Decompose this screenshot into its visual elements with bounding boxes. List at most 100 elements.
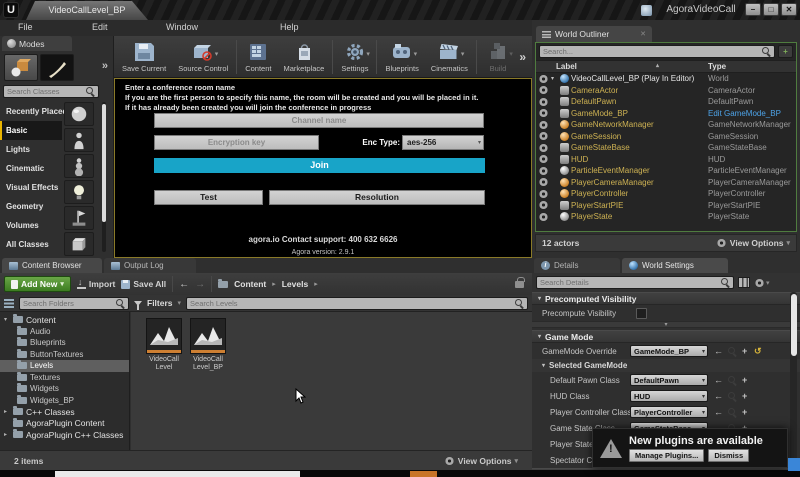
asset-grid[interactable]: VideoCall Level VideoCall Level_BP xyxy=(131,312,532,450)
outliner-row[interactable]: HUD HUD xyxy=(536,154,796,166)
visibility-eye-icon[interactable] xyxy=(538,109,549,118)
search-details-box[interactable] xyxy=(536,276,734,289)
details-scrollbar[interactable] xyxy=(790,292,797,468)
test-button[interactable]: Test xyxy=(154,190,263,205)
source-control-button[interactable]: ▾ Source Control xyxy=(172,40,234,73)
category-all-classes[interactable]: All Classes xyxy=(0,235,62,254)
column-type[interactable]: Type xyxy=(708,62,726,71)
folder-widgets[interactable]: Widgets xyxy=(0,383,129,395)
chevron-down-icon[interactable]: ▾ xyxy=(366,50,370,58)
level-tab[interactable]: VideoCallLevel_BP xyxy=(26,1,148,20)
marketplace-button[interactable]: Marketplace xyxy=(278,40,331,73)
item-player-start[interactable] xyxy=(64,206,94,230)
folder-levels[interactable]: Levels xyxy=(0,360,129,372)
use-selected-icon[interactable]: ← xyxy=(714,390,723,402)
back-button[interactable]: ← xyxy=(179,279,189,290)
search-classes-box[interactable] xyxy=(3,85,99,98)
item-point-light[interactable] xyxy=(64,180,94,204)
outliner-filters-icon[interactable]: + xyxy=(778,45,793,58)
channel-name-input[interactable]: Channel name xyxy=(154,113,484,128)
category-geometry[interactable]: Geometry xyxy=(0,197,62,216)
visibility-eye-icon[interactable] xyxy=(538,120,549,129)
import-button[interactable]: Import xyxy=(76,277,115,289)
category-cinematic[interactable]: Cinematic xyxy=(0,159,62,178)
section-precomputed-visibility[interactable]: ▾ Precomputed Visibility xyxy=(532,292,800,305)
search-classes-input[interactable] xyxy=(7,87,84,96)
sources-toggle-icon[interactable] xyxy=(4,298,14,308)
manage-plugins-button[interactable]: Manage Plugins... xyxy=(629,448,705,462)
save-all-button[interactable]: Save All xyxy=(121,279,166,289)
content-browser-view-options[interactable]: View Options ▾ xyxy=(443,456,518,466)
outliner-row[interactable]: GameSession GameSession xyxy=(536,131,796,143)
outliner-row[interactable]: DefaultPawn DefaultPawn xyxy=(536,96,796,108)
tab-modes[interactable]: Modes xyxy=(2,36,72,51)
folder-agoraplugin-cpp[interactable]: ▸ AgoraPlugin C++ Classes xyxy=(0,429,129,441)
search-folders-box[interactable] xyxy=(19,296,129,310)
use-selected-icon[interactable]: ← xyxy=(714,406,723,418)
search-details-input[interactable] xyxy=(540,278,719,287)
browse-icon[interactable] xyxy=(728,347,737,356)
outliner-row[interactable]: PlayerCameraManager PlayerCameraManager xyxy=(536,177,796,189)
expander-icon[interactable]: ▾ xyxy=(4,316,10,323)
save-current-button[interactable]: Save Current xyxy=(116,40,172,73)
item-cube[interactable] xyxy=(64,232,94,256)
enc-type-dropdown[interactable]: aes-256 ▾ xyxy=(402,135,484,150)
tab-details[interactable]: i Details xyxy=(534,258,620,273)
edit-gamemode-link[interactable]: Edit GameMode_BP xyxy=(708,109,796,118)
chevron-down-icon[interactable]: ▾ xyxy=(414,50,418,58)
resolution-button[interactable]: Resolution xyxy=(269,190,485,205)
folder-content[interactable]: ▾ Content xyxy=(0,314,129,326)
category-lights[interactable]: Lights xyxy=(0,140,62,159)
outliner-search-input[interactable] xyxy=(543,47,760,56)
dismiss-button[interactable]: Dismiss xyxy=(708,448,750,462)
menu-help[interactable]: Help xyxy=(280,22,299,32)
outliner-row[interactable]: PlayerStartPIE PlayerStartPIE xyxy=(536,200,796,212)
forward-button[interactable]: → xyxy=(195,279,205,290)
encryption-key-input[interactable]: Encryption key xyxy=(154,135,319,150)
visibility-eye-icon[interactable] xyxy=(538,166,549,175)
add-new-button[interactable]: Add New ▾ xyxy=(4,276,71,292)
precompute-visibility-checkbox[interactable] xyxy=(636,308,647,319)
lock-icon[interactable] xyxy=(515,276,525,288)
outliner-row[interactable]: ParticleEventManager ParticleEventManage… xyxy=(536,165,796,177)
section-expander[interactable]: ▾ xyxy=(532,321,800,328)
visibility-eye-icon[interactable] xyxy=(538,212,549,221)
breadcrumb-levels[interactable]: Levels xyxy=(282,279,308,289)
modes-scrollbar[interactable] xyxy=(102,102,106,252)
outliner-column-headers[interactable]: Label ▴ Type xyxy=(536,60,796,73)
join-button[interactable]: Join xyxy=(154,158,485,173)
menu-file[interactable]: File xyxy=(18,22,33,32)
filters-funnel-icon[interactable] xyxy=(134,300,142,310)
player-controller-class-dropdown[interactable]: PlayerController ▾ xyxy=(630,406,708,418)
item-character[interactable] xyxy=(64,128,94,152)
expander-icon[interactable]: ▾ xyxy=(551,75,558,82)
maximize-button[interactable]: □ xyxy=(763,3,779,16)
modes-overflow-chevron[interactable]: » xyxy=(102,60,108,72)
toolbar-overflow-chevron[interactable]: » xyxy=(519,50,530,64)
cinematics-button[interactable]: ▾ Cinematics xyxy=(425,40,474,73)
item-stacked-spheres[interactable] xyxy=(64,154,94,178)
item-sphere[interactable] xyxy=(64,102,94,126)
outliner-row[interactable]: GameNetworkManager GameNetworkManager xyxy=(536,119,796,131)
menu-edit[interactable]: Edit xyxy=(92,22,108,32)
folder-textures[interactable]: Textures xyxy=(0,371,129,384)
expander-icon[interactable]: ▸ xyxy=(4,408,10,415)
add-icon[interactable]: + xyxy=(742,390,747,402)
menu-window[interactable]: Window xyxy=(166,22,198,32)
outliner-row[interactable]: GameMode_BP Edit GameMode_BP xyxy=(536,108,796,120)
use-selected-icon[interactable]: ← xyxy=(714,374,723,386)
browse-icon[interactable] xyxy=(728,376,737,385)
modes-scrollbar-thumb[interactable] xyxy=(102,104,106,222)
visibility-eye-icon[interactable] xyxy=(538,86,549,95)
content-button[interactable]: Content xyxy=(239,40,277,73)
settings-button[interactable]: ▾ Settings xyxy=(335,40,374,73)
search-folders-input[interactable] xyxy=(23,298,114,308)
category-volumes[interactable]: Volumes xyxy=(0,216,62,235)
reset-to-default-icon[interactable]: ↺ xyxy=(754,345,762,357)
visibility-eye-icon[interactable] xyxy=(538,201,549,210)
breadcrumb-separator-icon[interactable]: ▸ xyxy=(314,280,318,288)
use-selected-icon[interactable]: ← xyxy=(714,345,723,357)
add-icon[interactable]: + xyxy=(742,406,747,418)
folder-audio[interactable]: Audio xyxy=(0,325,129,338)
chevron-down-icon[interactable]: ▾ xyxy=(461,50,465,58)
